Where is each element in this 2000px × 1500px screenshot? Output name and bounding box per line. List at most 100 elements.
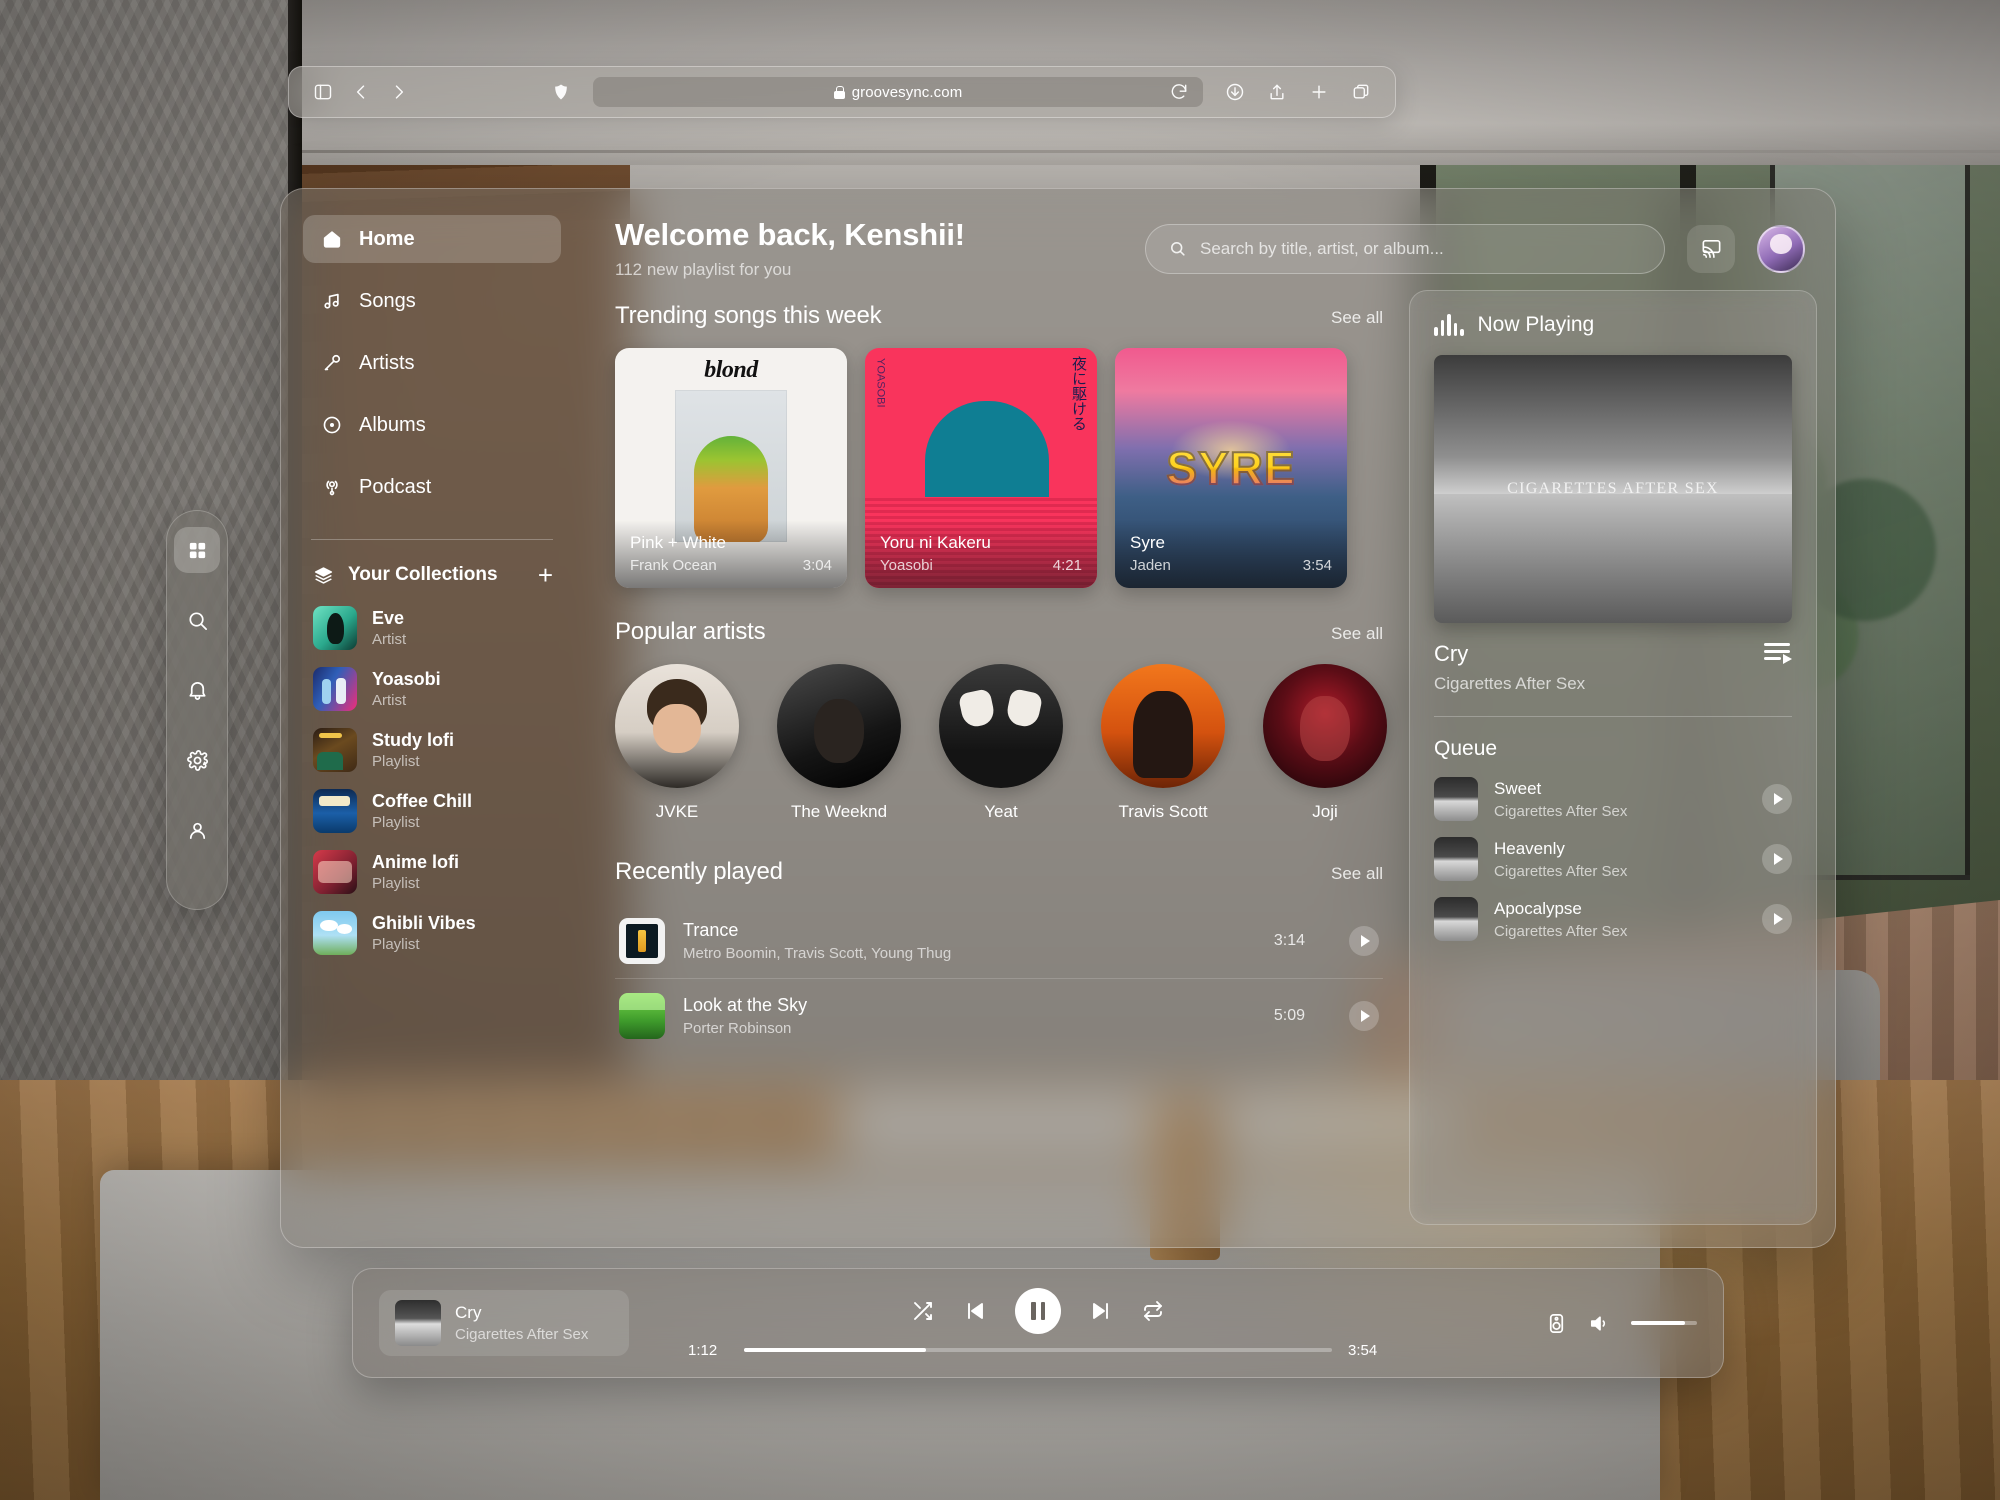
player-center: 1:12 3:54: [629, 1287, 1447, 1359]
app-sidebar: Home Songs Artists Albums Podcast Your C…: [281, 189, 583, 1247]
dock-apps-grid-button[interactable]: [174, 527, 220, 573]
dock-notifications-button[interactable]: [174, 667, 220, 713]
list-item[interactable]: Coffee Chill Playlist: [303, 789, 561, 833]
play-button[interactable]: [1762, 784, 1792, 814]
sidebar-item-podcast[interactable]: Podcast: [303, 463, 561, 511]
play-button[interactable]: [1349, 926, 1379, 956]
player-album-art: [395, 1300, 441, 1346]
progress-fill: [744, 1348, 927, 1352]
track-duration: 5:09: [1273, 1007, 1305, 1024]
artist-item[interactable]: JVKE: [615, 664, 739, 822]
share-icon[interactable]: [1265, 80, 1289, 104]
sidebar-item-songs[interactable]: Songs: [303, 277, 561, 325]
collections-header: Your Collections +: [303, 562, 561, 588]
artist-avatar: [615, 664, 739, 788]
collection-name: Coffee Chill: [372, 791, 473, 811]
queue-track-artist: Cigarettes After Sex: [1494, 862, 1628, 880]
artist-item[interactable]: Joji: [1263, 664, 1387, 822]
dock-settings-button[interactable]: [174, 737, 220, 783]
address-bar[interactable]: groovesync.com: [593, 77, 1203, 107]
volume-icon[interactable]: [1588, 1312, 1611, 1335]
artist-item[interactable]: Travis Scott: [1101, 664, 1225, 822]
main-area: Welcome back, Kenshii! 112 new playlist …: [583, 189, 1835, 1247]
repeat-icon[interactable]: [1141, 1299, 1165, 1323]
add-collection-button[interactable]: +: [538, 562, 553, 588]
song-artist: Jaden: [1130, 557, 1171, 574]
search-bar[interactable]: [1145, 223, 1665, 274]
card-meta: Syre Jaden 3:54: [1115, 520, 1347, 588]
list-item[interactable]: Study lofi Playlist: [303, 728, 561, 772]
artist-item[interactable]: The Weeknd: [777, 664, 901, 822]
list-item[interactable]: Apocalypse Cigarettes After Sex: [1434, 897, 1792, 941]
pause-button[interactable]: [1015, 1287, 1061, 1334]
section-title: Recently played: [615, 858, 783, 885]
search-input[interactable]: [1200, 238, 1642, 259]
section-title: Popular artists: [615, 618, 766, 645]
dock-profile-button[interactable]: [174, 807, 220, 853]
artist-name: JVKE: [655, 802, 699, 821]
reload-icon[interactable]: [1167, 80, 1191, 104]
trending-card[interactable]: 夜に駆ける YOASOBI Yoru ni Kakeru Yoasobi 4:2…: [865, 348, 1097, 588]
speaker-device-icon[interactable]: [1545, 1312, 1568, 1335]
track-artist: Porter Robinson: [683, 1020, 792, 1037]
tabs-icon[interactable]: [1349, 80, 1373, 104]
sidebar-item-home[interactable]: Home: [303, 215, 561, 263]
sidebar-item-artists[interactable]: Artists: [303, 339, 561, 387]
player-track-info[interactable]: Cry Cigarettes After Sex: [379, 1290, 629, 1356]
gear-icon: [186, 749, 208, 771]
see-all-trending[interactable]: See all: [1331, 308, 1383, 328]
play-button[interactable]: [1762, 844, 1792, 874]
forward-icon[interactable]: [387, 80, 411, 104]
recently-played-list: Trance Metro Boomin, Travis Scott, Young…: [615, 904, 1383, 1053]
podcast-icon: [326, 480, 338, 496]
collection-type: Playlist: [372, 752, 420, 770]
groovesync-app-window: Home Songs Artists Albums Podcast Your C…: [280, 188, 1836, 1248]
avatar[interactable]: [1757, 224, 1805, 273]
trending-cards: blond Pink + White Frank Ocean 3:04 夜に駆け…: [615, 348, 1383, 588]
sidebar-item-albums[interactable]: Albums: [303, 401, 561, 449]
table-row[interactable]: Trance Metro Boomin, Travis Scott, Young…: [615, 904, 1383, 979]
playlist-queue-icon[interactable]: [1764, 641, 1792, 665]
cast-button[interactable]: [1687, 224, 1735, 273]
sidebar-item-label: Songs: [359, 289, 416, 312]
collection-thumbnail: [313, 667, 357, 711]
track-artist: Metro Boomin, Travis Scott, Young Thug: [683, 945, 952, 962]
sidebar-toggle-icon[interactable]: [311, 80, 335, 104]
queue-thumbnail: [1434, 837, 1478, 881]
previous-icon[interactable]: [963, 1299, 987, 1323]
list-item[interactable]: Eve Artist: [303, 606, 561, 650]
play-button[interactable]: [1349, 1001, 1379, 1031]
list-item[interactable]: Yoasobi Artist: [303, 667, 561, 711]
next-icon[interactable]: [1089, 1299, 1113, 1323]
trending-card[interactable]: SYRE Syre Jaden 3:54: [1115, 348, 1347, 588]
collection-thumbnail: [313, 789, 357, 833]
volume-slider[interactable]: [1631, 1321, 1697, 1325]
progress-row: 1:12 3:54: [688, 1342, 1388, 1359]
collection-type: Artist: [372, 691, 407, 709]
progress-bar[interactable]: [744, 1348, 1332, 1352]
list-item[interactable]: Ghibli Vibes Playlist: [303, 911, 561, 955]
artist-name: Travis Scott: [1118, 802, 1208, 821]
list-item[interactable]: Anime lofi Playlist: [303, 850, 561, 894]
new-tab-icon[interactable]: [1307, 80, 1331, 104]
trending-card[interactable]: blond Pink + White Frank Ocean 3:04: [615, 348, 847, 588]
disc-icon: [323, 416, 341, 434]
list-item[interactable]: Sweet Cigarettes After Sex: [1434, 777, 1792, 821]
table-row[interactable]: Look at the Sky Porter Robinson 5:09: [615, 979, 1383, 1053]
see-all-artists[interactable]: See all: [1331, 624, 1383, 644]
back-icon[interactable]: [349, 80, 373, 104]
see-all-recently-played[interactable]: See all: [1331, 864, 1383, 884]
play-icon: [1774, 913, 1783, 925]
feed-column: Trending songs this week See all blond P…: [583, 280, 1409, 1247]
artist-name: Yeat: [984, 802, 1018, 821]
shield-icon[interactable]: [549, 80, 573, 104]
dock-search-button[interactable]: [174, 597, 220, 643]
track-title: Trance: [683, 920, 739, 940]
equalizer-icon: [1434, 314, 1464, 336]
section-title: Trending songs this week: [615, 302, 882, 329]
list-item[interactable]: Heavenly Cigarettes After Sex: [1434, 837, 1792, 881]
shuffle-icon[interactable]: [911, 1299, 935, 1323]
artist-item[interactable]: Yeat: [939, 664, 1063, 822]
download-icon[interactable]: [1223, 80, 1247, 104]
play-button[interactable]: [1762, 904, 1792, 934]
